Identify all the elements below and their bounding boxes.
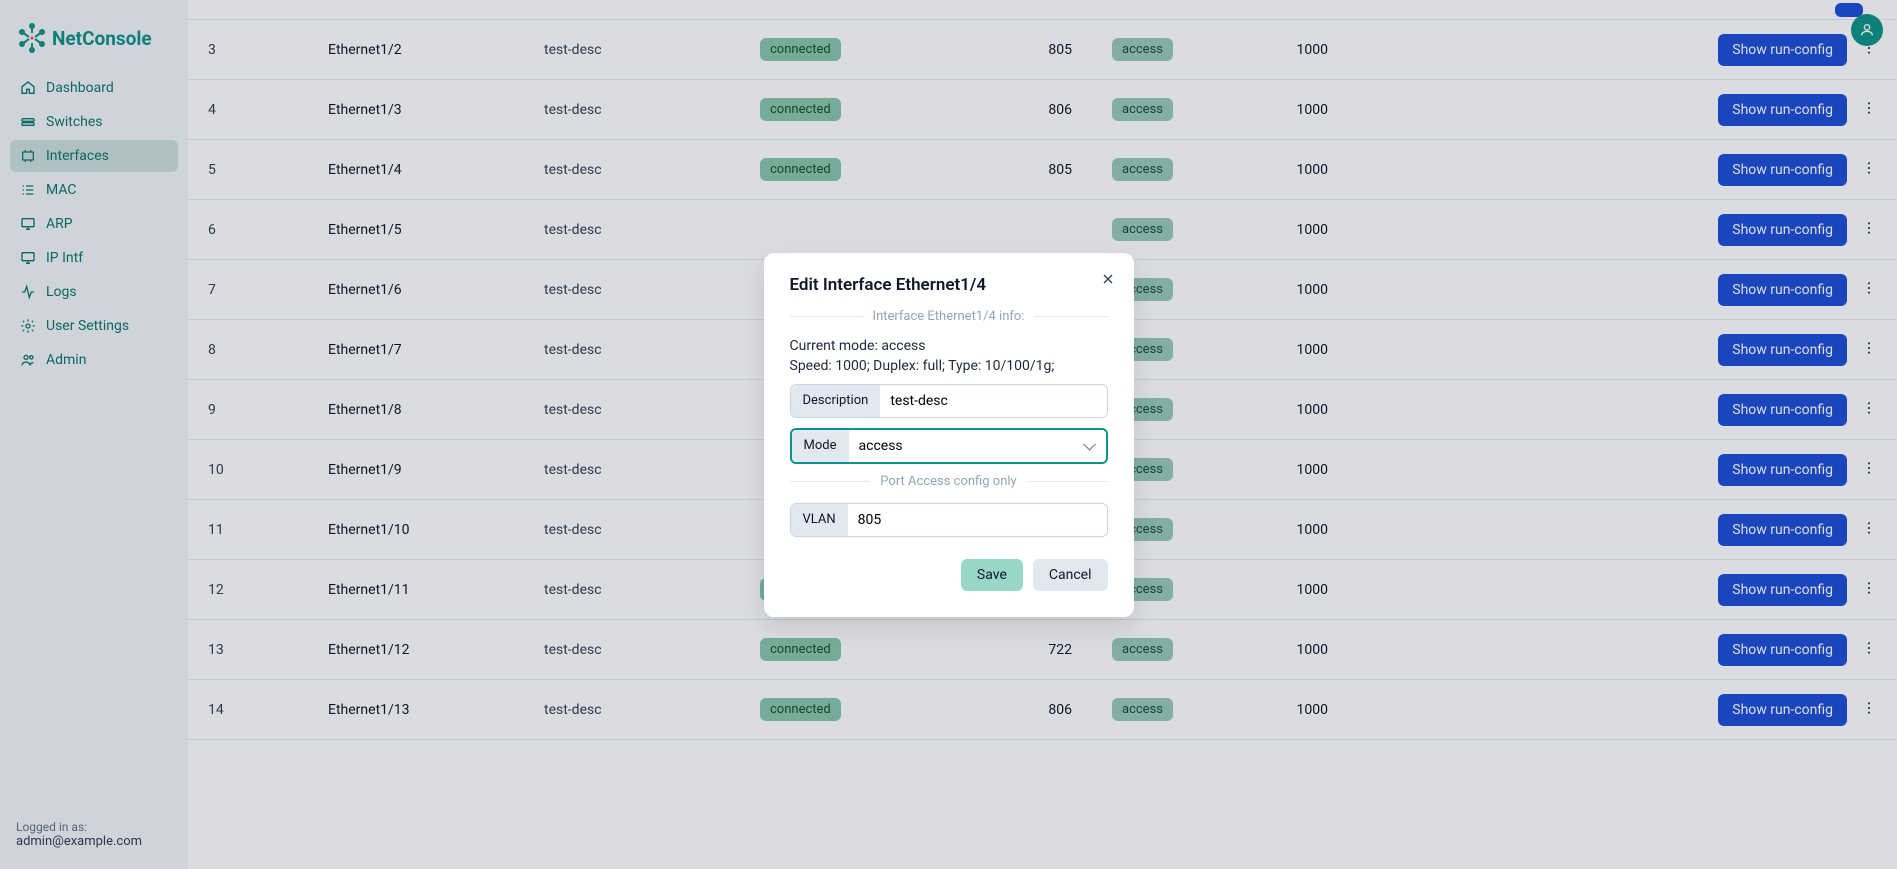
info-speed-duplex: Speed: 1000; Duplex: full; Type: 10/100/… xyxy=(790,358,1108,374)
save-button[interactable]: Save xyxy=(961,559,1023,591)
section-divider: Interface Ethernet1/4 info: xyxy=(790,309,1108,324)
mode-label: Mode xyxy=(792,430,849,462)
cancel-button[interactable]: Cancel xyxy=(1033,559,1108,591)
close-icon xyxy=(1100,271,1116,287)
section-label: Interface Ethernet1/4 info: xyxy=(873,309,1025,324)
vlan-label: VLAN xyxy=(791,504,848,536)
section-divider-2: Port Access config only xyxy=(790,474,1108,489)
modal-actions: Save Cancel xyxy=(790,559,1108,591)
mode-field: Mode access xyxy=(790,428,1108,464)
mode-select[interactable]: access xyxy=(849,430,1106,462)
edit-interface-modal: Edit Interface Ethernet1/4 Interface Eth… xyxy=(764,253,1134,617)
description-label: Description xyxy=(791,385,881,417)
description-field: Description xyxy=(790,384,1108,418)
modal-overlay[interactable]: Edit Interface Ethernet1/4 Interface Eth… xyxy=(0,0,1897,869)
vlan-field: VLAN xyxy=(790,503,1108,537)
section-label-2: Port Access config only xyxy=(880,474,1016,489)
info-current-mode: Current mode: access xyxy=(790,338,1108,354)
modal-title: Edit Interface Ethernet1/4 xyxy=(790,275,1108,295)
modal-close-button[interactable] xyxy=(1100,271,1116,291)
description-input[interactable] xyxy=(880,385,1106,417)
vlan-input[interactable] xyxy=(848,504,1107,536)
